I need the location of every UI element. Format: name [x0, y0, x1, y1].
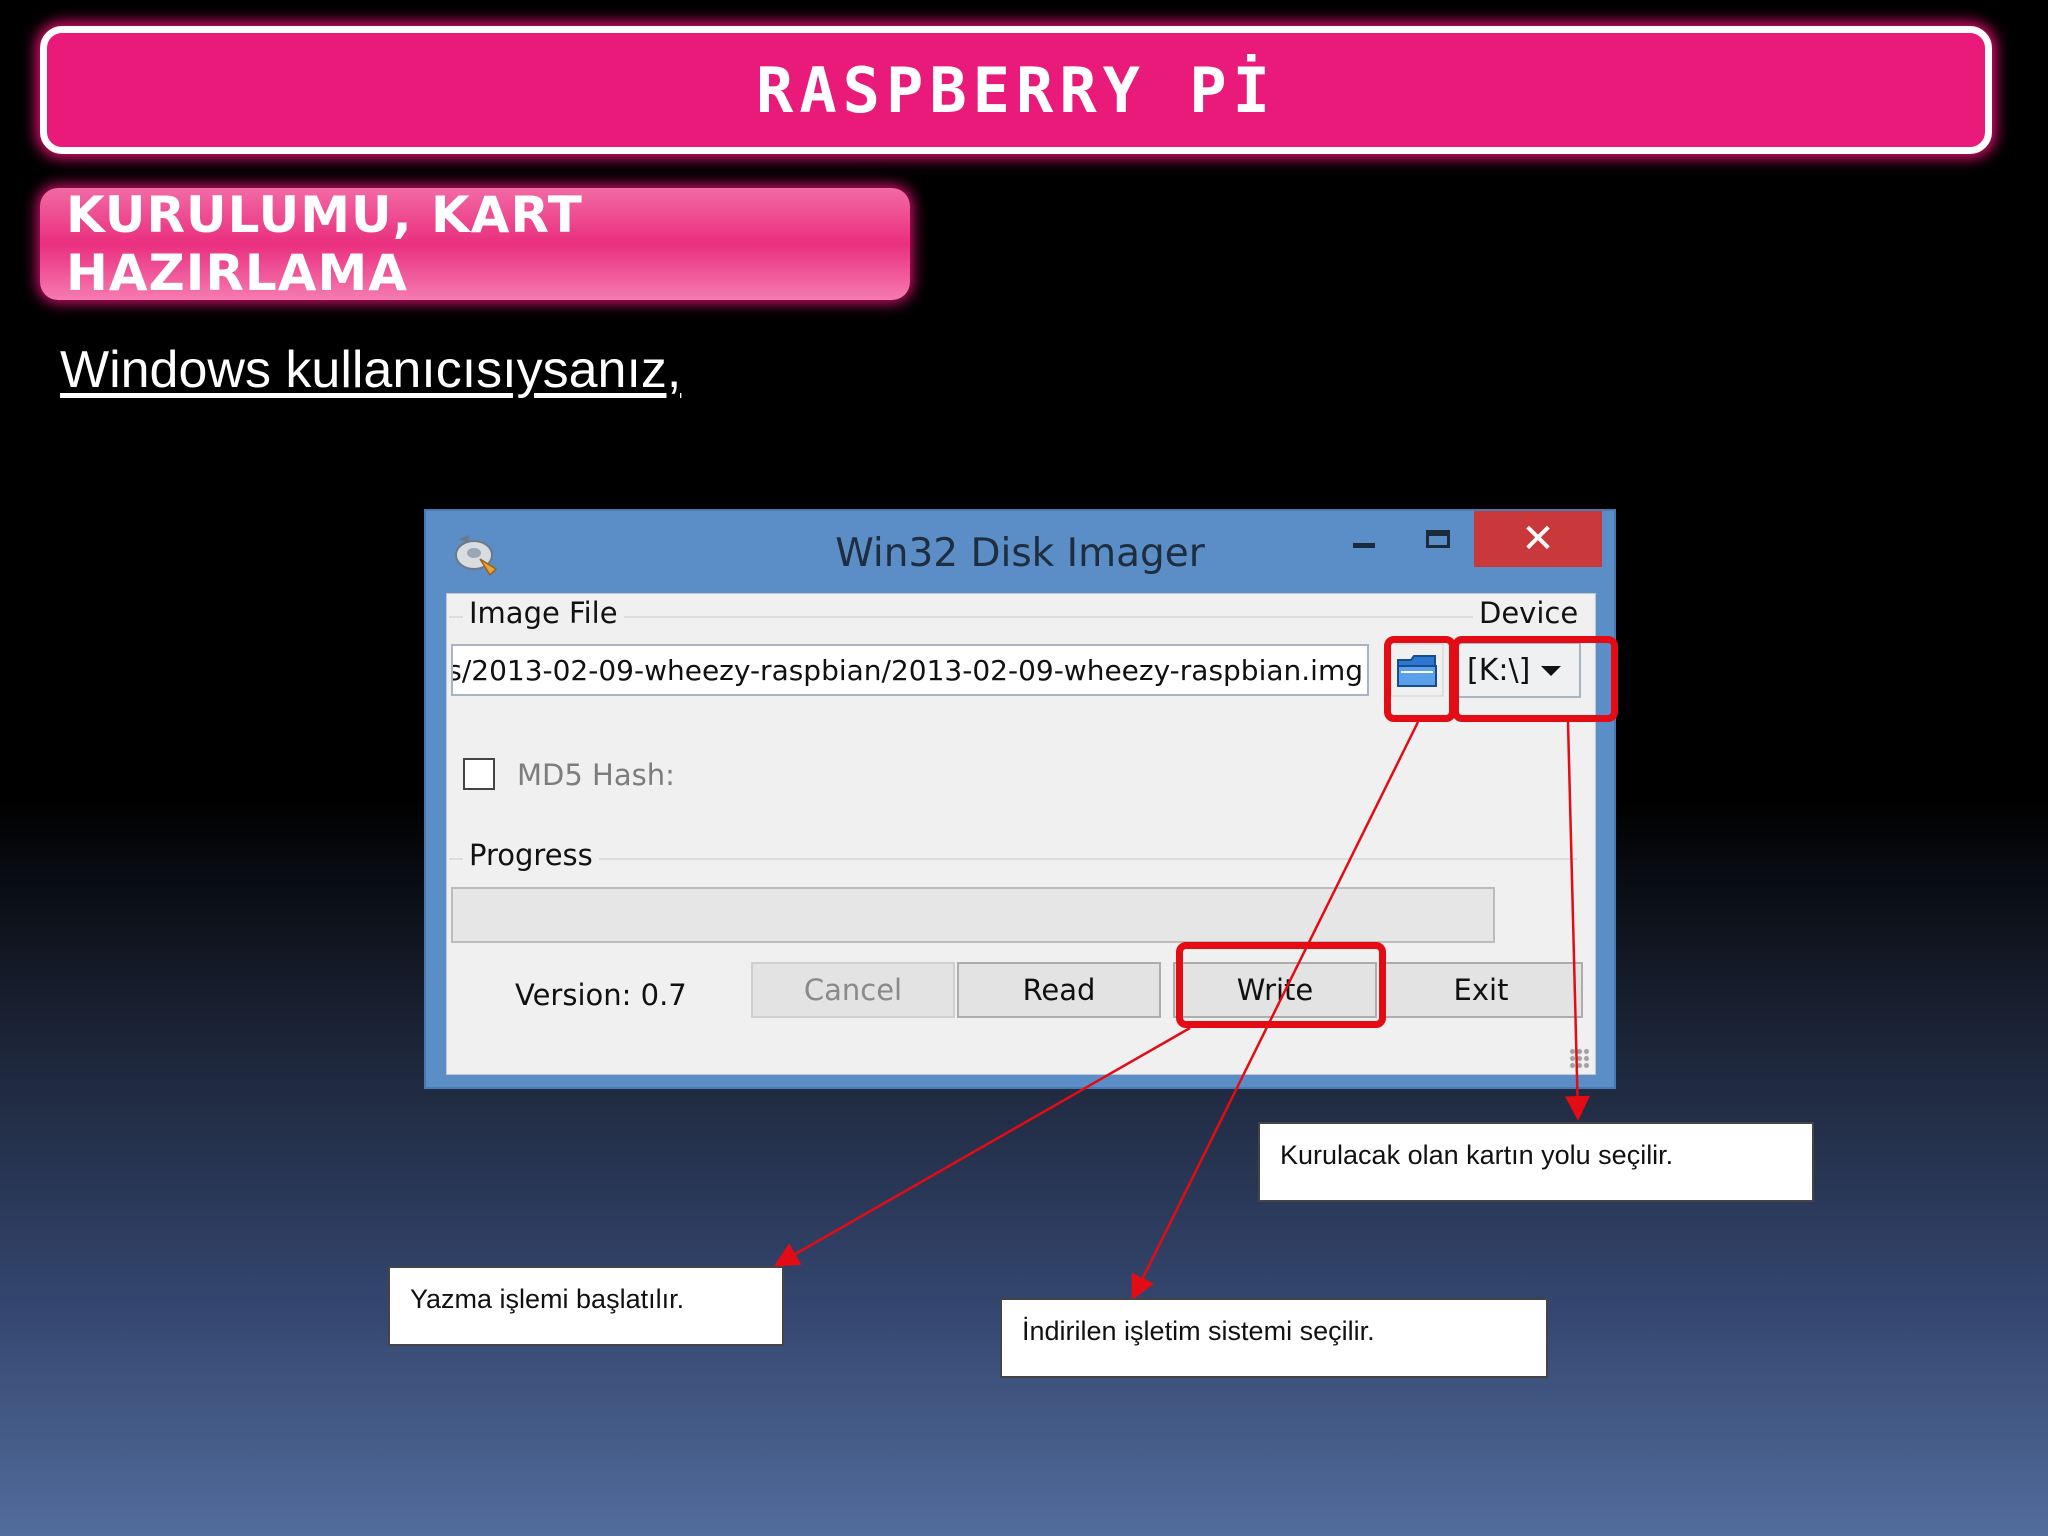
write-arrow [773, 1026, 1191, 1267]
image-callout: İndirilen işletim sistemi seçilir. [1000, 1298, 1548, 1378]
image-arrow [1131, 721, 1420, 1301]
write-callout: Yazma işlemi başlatılır. [388, 1266, 784, 1346]
device-arrow [1564, 721, 1590, 1121]
device-callout: Kurulacak olan kartın yolu seçilir. [1258, 1122, 1814, 1202]
